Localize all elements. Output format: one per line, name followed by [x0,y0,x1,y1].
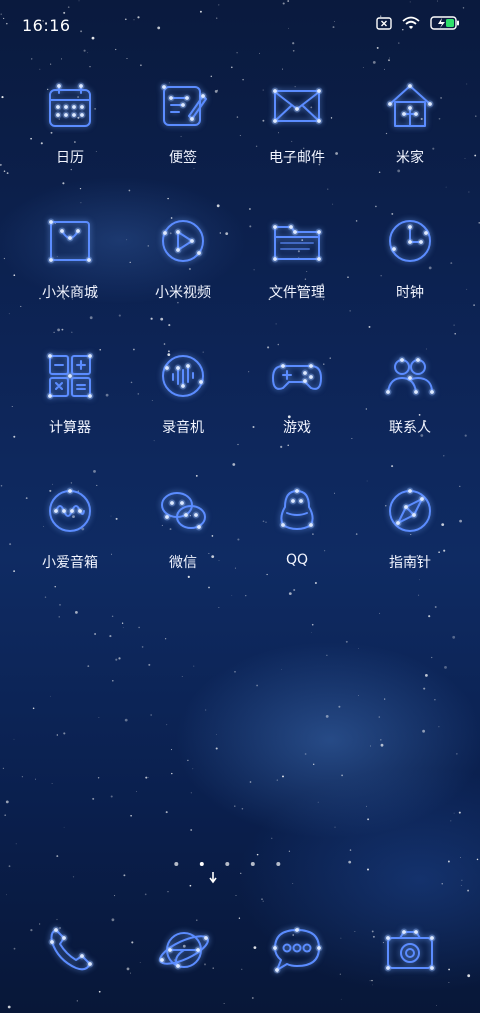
page-indicator [174,862,281,884]
app-gamepad[interactable]: 游戏 [241,348,353,437]
gamepad-icon [269,348,325,404]
wifi-icon [402,15,420,34]
battery-charging-icon [430,15,460,34]
dock-messages[interactable] [269,922,325,978]
clock-icon [382,213,438,269]
app-label: 联系人 [389,420,431,436]
folder-icon [269,213,325,269]
app-label: 计算器 [49,420,91,436]
dock-phone[interactable] [42,922,98,978]
app-wechat[interactable]: 微信 [127,483,239,572]
page-dot[interactable] [174,862,179,866]
app-email[interactable]: 电子邮件 [241,78,353,167]
sim-disabled-icon [376,15,392,34]
shopping-bag-icon [42,213,98,269]
calculator-icon [42,348,98,404]
app-compass[interactable]: 指南针 [354,483,466,572]
page-dot[interactable] [276,862,281,866]
app-home[interactable]: 米家 [354,78,466,167]
wechat-icon [155,483,211,539]
speaker-wave-icon [42,483,98,539]
recorder-icon [155,348,211,404]
app-calculator[interactable]: 计算器 [14,348,126,437]
page-dot[interactable] [250,862,255,866]
app-label: 日历 [56,150,84,166]
current-page-arrow-icon [209,872,217,884]
app-clock[interactable]: 时钟 [354,213,466,302]
app-label: 米家 [396,150,424,166]
compass-icon [382,483,438,539]
app-shopping-bag[interactable]: 小米商城 [14,213,126,302]
dock-camera[interactable] [382,922,438,978]
dock [0,920,480,980]
phone-icon [42,926,98,982]
app-folder[interactable]: 文件管理 [241,213,353,302]
app-label: 录音机 [162,420,204,436]
app-label: 游戏 [283,420,311,436]
app-label: 小米视频 [155,285,211,301]
page-dot[interactable] [225,862,230,866]
app-label: 便签 [169,150,197,166]
app-label: 小爱音箱 [42,555,98,571]
contacts-icon [382,348,438,404]
qq-penguin-icon [269,483,325,539]
email-icon [269,78,325,134]
app-label: 指南针 [389,555,431,571]
video-play-icon [155,213,211,269]
app-qq-penguin[interactable]: QQ [241,483,353,568]
app-label: 文件管理 [269,285,325,301]
app-contacts[interactable]: 联系人 [354,348,466,437]
browser-icon [156,932,212,982]
status-bar: 16:16 [0,0,480,52]
home-icon [382,78,438,134]
app-speaker-wave[interactable]: 小爱音箱 [14,483,126,572]
calendar-icon [42,78,98,134]
app-label: 小米商城 [42,285,98,301]
app-label: 微信 [169,555,197,571]
app-label: 时钟 [396,285,424,301]
messages-icon [269,926,325,982]
page-dot[interactable] [199,862,204,866]
dock-browser[interactable] [156,922,212,978]
app-label: QQ [285,552,309,568]
status-time: 16:16 [22,16,71,35]
app-notes[interactable]: 便签 [127,78,239,167]
camera-icon [382,928,438,982]
notes-icon [155,78,211,134]
app-recorder[interactable]: 录音机 [127,348,239,437]
app-label: 电子邮件 [269,150,325,166]
app-video-play[interactable]: 小米视频 [127,213,239,302]
app-calendar[interactable]: 日历 [14,78,126,167]
